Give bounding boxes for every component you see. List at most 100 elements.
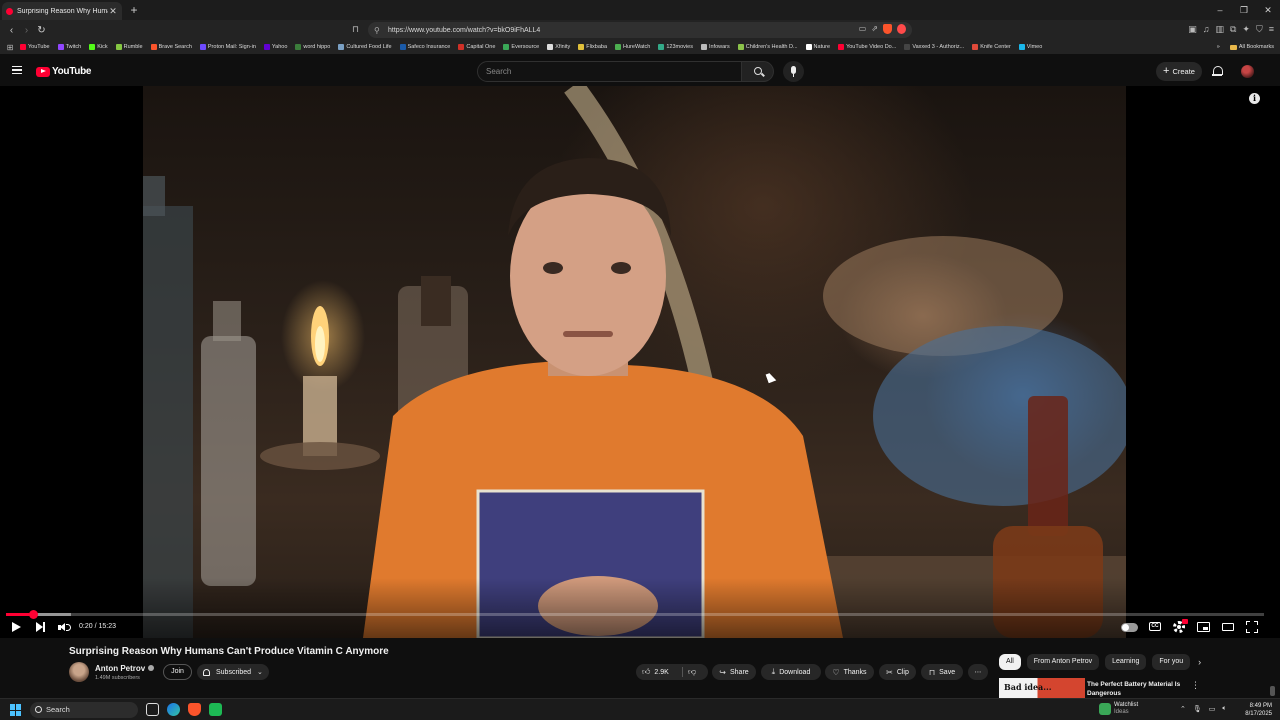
- recommendation-thumbnail[interactable]: Bad idea...: [999, 678, 1085, 698]
- video-player[interactable]: i 0:20 / 15:23 CC: [0, 86, 1280, 638]
- bookmark-item[interactable]: Children's Health D...: [737, 44, 798, 50]
- search-input[interactable]: Search: [477, 61, 742, 82]
- brave-browser-icon[interactable]: [188, 703, 201, 716]
- more-vertical-icon[interactable]: ⋮: [1191, 680, 1200, 691]
- extensions-icon[interactable]: ✦: [1242, 24, 1250, 35]
- all-bookmarks-folder[interactable]: All Bookmarks: [1229, 44, 1274, 50]
- browser-menu-icon[interactable]: ≡: [1269, 24, 1274, 35]
- chevron-right-icon[interactable]: ›: [1198, 657, 1201, 667]
- info-icon[interactable]: i: [1249, 93, 1260, 104]
- download-button[interactable]: ⤓ Download: [761, 664, 821, 680]
- brave-shields-icon[interactable]: [883, 24, 892, 34]
- bookmarks-overflow-icon[interactable]: »: [1217, 44, 1220, 50]
- bookmark-item[interactable]: YouTube Video Do...: [838, 44, 896, 50]
- edge-browser-icon[interactable]: [167, 703, 180, 716]
- account-avatar[interactable]: [1241, 65, 1254, 78]
- back-icon[interactable]: ‹: [4, 25, 19, 36]
- chip-learning[interactable]: Learning: [1105, 654, 1147, 670]
- new-tab-icon[interactable]: +: [126, 3, 142, 17]
- bookmark-item[interactable]: Vimeo: [1018, 44, 1042, 50]
- windows-start-icon[interactable]: [10, 704, 22, 716]
- cast-icon[interactable]: ▭: [859, 24, 867, 34]
- search-button[interactable]: [742, 61, 774, 82]
- autoplay-toggle[interactable]: [1121, 623, 1138, 632]
- bookmark-item[interactable]: Safeco Insurance: [399, 44, 450, 50]
- site-settings-icon[interactable]: ⚲: [374, 26, 384, 35]
- volume-icon[interactable]: [58, 622, 71, 633]
- taskbar-clock[interactable]: 8:49 PM 8/17/2025: [1236, 702, 1272, 718]
- spotify-like-app-icon[interactable]: [209, 703, 222, 716]
- share-page-icon[interactable]: ⇗: [871, 24, 878, 34]
- like-button[interactable]: 👍︎ 2.9K 👎︎: [636, 664, 708, 680]
- fullscreen-icon[interactable]: [1246, 621, 1258, 633]
- chip-all[interactable]: All: [999, 654, 1021, 670]
- dislike-icon[interactable]: 👎︎: [688, 667, 696, 677]
- apps-grid-icon[interactable]: ⊞: [0, 43, 20, 52]
- bookmark-item[interactable]: Cultured Food Life: [338, 44, 392, 50]
- bookmark-item[interactable]: Yahoo: [263, 44, 287, 50]
- brave-rewards-icon[interactable]: [897, 24, 906, 34]
- bookmark-item[interactable]: 123movies: [658, 44, 693, 50]
- network-icon[interactable]: ▭: [1209, 705, 1216, 713]
- hamburger-menu-icon[interactable]: [12, 66, 22, 74]
- subscribed-button[interactable]: Subscribed ⌄: [197, 664, 269, 680]
- recommendation-title[interactable]: The Perfect Battery Material Is Dangerou…: [1087, 680, 1187, 698]
- progress-bar[interactable]: [6, 610, 1264, 619]
- bookmark-item[interactable]: Flixbaba: [578, 44, 607, 50]
- join-button[interactable]: Join: [163, 664, 192, 680]
- video-frame[interactable]: [143, 86, 1126, 638]
- stock-watchlist-widget[interactable]: Watchlist Ideas: [1099, 702, 1138, 716]
- chip-from-channel[interactable]: From Anton Petrov: [1026, 654, 1100, 670]
- browser-tab-active[interactable]: Surprising Reason Why Humans ✕: [2, 2, 122, 20]
- notifications-bell-icon[interactable]: [1212, 65, 1223, 77]
- thanks-button[interactable]: ♡ Thanks: [825, 664, 874, 680]
- microphone-tray-icon[interactable]: 🎙︎: [1193, 705, 1202, 713]
- close-window-icon[interactable]: ✕: [1256, 0, 1280, 20]
- bookmark-item[interactable]: Brave Search: [150, 44, 192, 50]
- create-button[interactable]: + Create: [1156, 62, 1202, 81]
- more-actions-button[interactable]: ⋯: [968, 664, 988, 680]
- share-button[interactable]: ↪ Share: [712, 664, 756, 680]
- tray-chevron-up-icon[interactable]: ⌃: [1180, 705, 1186, 713]
- bookmark-item[interactable]: Twitch: [57, 44, 81, 50]
- next-video-icon[interactable]: [36, 622, 45, 632]
- chip-for-you[interactable]: For you: [1152, 654, 1191, 670]
- bookmark-item[interactable]: Proton Mail: Sign-in: [199, 44, 256, 50]
- bookmark-icon[interactable]: ⊓: [352, 24, 359, 35]
- save-button[interactable]: ⊓ Save: [921, 664, 963, 680]
- bookmark-item[interactable]: Capital One: [458, 44, 495, 50]
- bookmark-item[interactable]: HureWatch: [615, 44, 650, 50]
- bookmark-item[interactable]: Eversource: [503, 44, 539, 50]
- channel-name-link[interactable]: Anton Petrov: [95, 664, 155, 673]
- bookmark-item[interactable]: Nature: [805, 44, 830, 50]
- reload-icon[interactable]: ↻: [34, 25, 49, 36]
- media-icon[interactable]: ♫: [1203, 24, 1210, 35]
- subtitles-icon[interactable]: CC: [1149, 622, 1161, 631]
- play-icon[interactable]: [12, 622, 21, 632]
- sidebar-toggle-icon[interactable]: ▥: [1215, 24, 1224, 35]
- minimize-icon[interactable]: –: [1208, 0, 1232, 20]
- bookmark-item[interactable]: Xfinity: [547, 44, 570, 50]
- wallet-icon[interactable]: ▣: [1188, 24, 1197, 35]
- voice-search-button[interactable]: [783, 61, 804, 82]
- speaker-icon[interactable]: 🔈︎: [1222, 705, 1226, 713]
- bookmark-item[interactable]: word hippo: [295, 44, 330, 50]
- bookmark-item[interactable]: Kick: [89, 44, 108, 50]
- bookmark-item[interactable]: Infowars: [700, 44, 730, 50]
- task-view-icon[interactable]: [146, 703, 159, 716]
- bookmark-item[interactable]: Vaxxed 3 - Authoriz...: [904, 44, 964, 50]
- tabs-icon[interactable]: ⧉: [1230, 24, 1236, 35]
- page-scrollbar[interactable]: [1270, 686, 1275, 696]
- forward-icon[interactable]: ›: [19, 25, 34, 36]
- address-bar[interactable]: ⚲ https://www.youtube.com/watch?v=bkO9iF…: [368, 22, 912, 38]
- bookmark-item[interactable]: Rumble: [115, 44, 143, 50]
- bookmark-item[interactable]: YouTube: [20, 44, 50, 50]
- clip-button[interactable]: ✂ Clip: [879, 664, 916, 680]
- miniplayer-icon[interactable]: [1197, 622, 1210, 632]
- bookmark-item[interactable]: Knife Center: [972, 44, 1011, 50]
- vpn-icon[interactable]: ⛉: [1256, 24, 1263, 35]
- channel-avatar[interactable]: [69, 662, 89, 682]
- maximize-icon[interactable]: ❐: [1232, 0, 1256, 20]
- theater-mode-icon[interactable]: [1222, 623, 1234, 631]
- close-tab-icon[interactable]: ✕: [108, 6, 118, 17]
